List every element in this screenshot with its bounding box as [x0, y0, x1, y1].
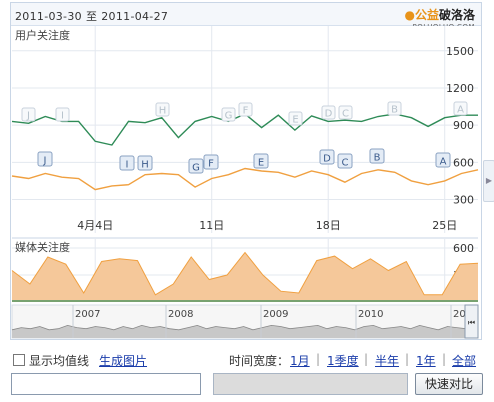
mean-line-checkbox[interactable] [13, 354, 25, 366]
scroll-right-arrow[interactable]: ▶ [483, 160, 494, 202]
time-option-1-year[interactable]: 1年 [416, 352, 436, 369]
x-tick-label: 4月4日 [77, 219, 113, 232]
annotation-label: A [440, 157, 447, 168]
media-area-fill [12, 252, 478, 302]
annotation-label: H [141, 160, 149, 171]
annotation-label-faded: H [159, 106, 167, 117]
annotation-label-faded: B [391, 105, 398, 116]
annotation-label-faded: C [342, 109, 349, 120]
time-separator: | [405, 352, 410, 366]
y-tick-label: 600 [453, 156, 474, 169]
y-tick-label: 1500 [446, 45, 474, 58]
keyword-input-2[interactable] [213, 373, 408, 395]
annotation-label-faded: F [243, 106, 249, 117]
time-width-label: 时间宽度： [229, 354, 290, 368]
annotation-label: C [342, 158, 349, 169]
y-tick-label: 900 [453, 119, 474, 132]
mean-line-label: 显示均值线 [29, 354, 90, 368]
annotation-label: F [208, 159, 214, 170]
y-tick-label: 300 [453, 194, 474, 207]
annotation-label: B [374, 153, 381, 164]
panel-title-user: 用户关注度 [15, 28, 70, 42]
overview-year-label: 2010 [358, 309, 383, 320]
chart-area: 300600900120015004月4日 11日 18日 25日用户关注度J I H G F… [11, 26, 479, 339]
annotation-label-faded: J [26, 111, 30, 122]
quick-compare-button[interactable]: 快速对比 [415, 373, 483, 395]
overview-year-label: 2007 [75, 309, 100, 320]
generate-image-link[interactable]: 生成图片 [99, 352, 147, 369]
keyword-input-1[interactable] [11, 373, 201, 395]
annotation-label-faded: A [457, 105, 464, 116]
time-option-1-month[interactable]: 1月 [290, 352, 310, 369]
panel-title-media: 媒体关注度 [15, 240, 70, 254]
annotation-label-faded: G [225, 111, 233, 122]
time-separator: | [316, 352, 321, 366]
annotation-label-faded: E [292, 115, 298, 126]
overview-year-label: 20 [453, 309, 466, 320]
annotation-label: I [126, 160, 129, 171]
time-separator: | [442, 352, 447, 366]
annotation-label-faded: D [325, 109, 333, 120]
annotation-label: D [323, 154, 331, 165]
x-tick-label: 18日 [316, 219, 341, 232]
time-option-all[interactable]: 全部 [452, 352, 476, 369]
media-y-tick-label: 600 [453, 242, 474, 255]
y-tick-label: 1200 [446, 82, 474, 95]
time-option-half-year[interactable]: 半年 [375, 352, 399, 369]
toolbar: 显示均值线 生成图片 时间宽度： 1月 | 1季度 | 半年 | 1年 | 全部 [11, 350, 483, 370]
annotation-label-faded: I [61, 111, 64, 122]
x-tick-label: 11日 [199, 219, 224, 232]
main-plot-bg [12, 26, 478, 233]
overview-year-label: 2009 [263, 309, 288, 320]
annotation-label: G [192, 163, 200, 174]
time-separator: | [364, 352, 369, 366]
x-tick-label: 25日 [432, 219, 457, 232]
annotation-label: E [258, 158, 264, 169]
annotation-label: J [43, 156, 47, 167]
time-option-1-quarter[interactable]: 1季度 [327, 352, 359, 369]
overview-handle-icon: ⏮ [468, 318, 475, 327]
overview-year-label: 2008 [168, 309, 193, 320]
